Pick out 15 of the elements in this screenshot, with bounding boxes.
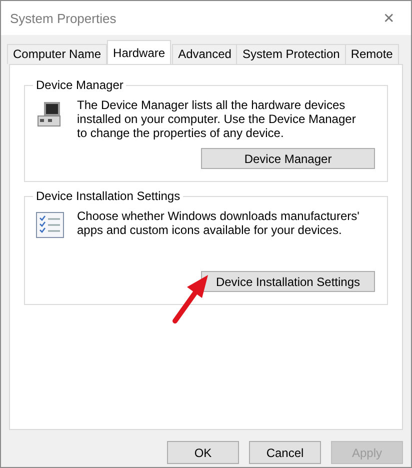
dialog-button[interactable]: OK	[167, 441, 239, 464]
tab[interactable]: Computer Name	[7, 44, 108, 64]
description-text: The Device Manager lists all the hardware devices installed on your computer. Use the Device Manager to change the properties of any device.	[77, 98, 357, 140]
checklist-icon	[35, 211, 65, 239]
action-button[interactable]: Device Manager	[201, 148, 375, 169]
close-button[interactable]: ✕	[377, 10, 401, 26]
tab[interactable]: Advanced	[172, 44, 238, 64]
description-text: Choose whether Windows downloads manufacturers' apps and custom icons available for your devices.	[77, 209, 360, 239]
tab[interactable]: Hardware	[107, 40, 172, 64]
group-title: Device Manager	[33, 78, 126, 92]
window-title: System Properties	[10, 10, 116, 26]
tab[interactable]: Remote	[344, 44, 399, 64]
group-title: Device Installation Settings	[33, 189, 184, 203]
action-button[interactable]: Device Installation Settings	[201, 271, 375, 292]
dialog-button[interactable]: Cancel	[249, 441, 321, 464]
